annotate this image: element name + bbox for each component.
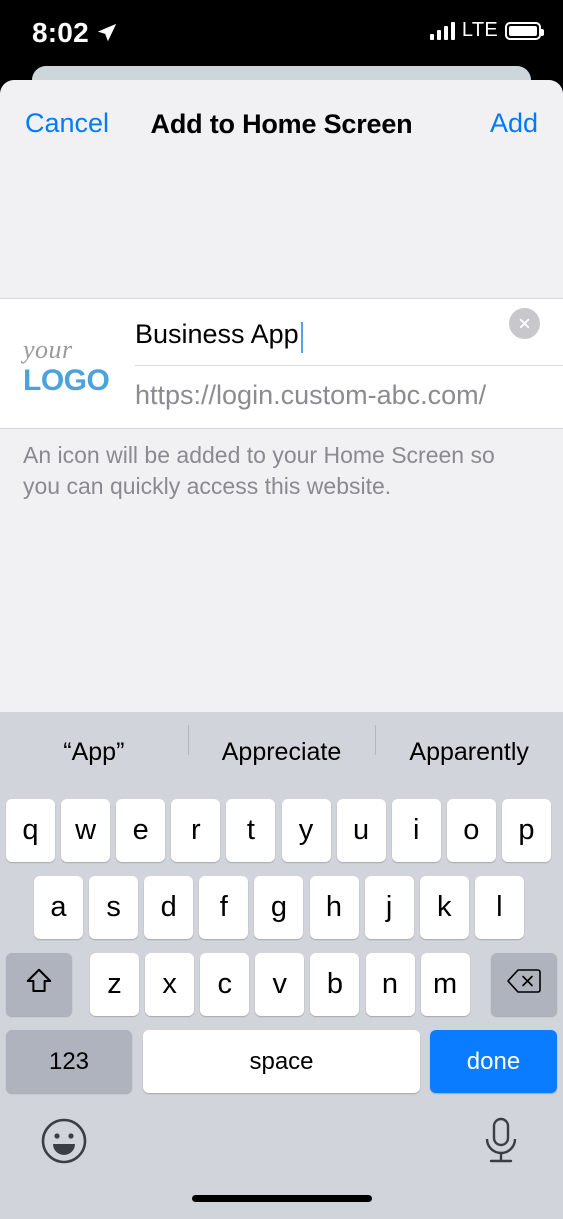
page-title: Add to Home Screen	[0, 109, 563, 140]
battery-full-icon	[505, 22, 541, 40]
key-c[interactable]: c	[200, 953, 249, 1016]
key-r[interactable]: r	[171, 799, 220, 862]
logo-line-your: your	[23, 337, 115, 363]
microphone-icon[interactable]	[479, 1115, 523, 1167]
shortcut-form-card: your LOGO Business App https://login.cus…	[0, 298, 563, 429]
site-logo: your LOGO	[23, 337, 115, 396]
home-indicator	[192, 1195, 372, 1202]
space-key[interactable]: space	[143, 1030, 420, 1093]
key-e[interactable]: e	[116, 799, 165, 862]
name-input[interactable]: Business App	[135, 313, 555, 365]
status-bar-time: 8:02	[32, 17, 89, 49]
backspace-delete-icon	[507, 968, 541, 1002]
key-s[interactable]: s	[89, 876, 138, 939]
url-input[interactable]: https://login.custom-abc.com/	[135, 380, 486, 411]
keyboard-row-1: qwertyuiop	[0, 799, 563, 862]
key-d[interactable]: d	[144, 876, 193, 939]
key-w[interactable]: w	[61, 799, 110, 862]
delete-key[interactable]	[491, 953, 557, 1016]
prediction-item-0[interactable]: “App”	[0, 738, 188, 767]
shift-up-arrow-icon	[24, 966, 54, 1004]
key-v[interactable]: v	[255, 953, 304, 1016]
key-n[interactable]: n	[366, 953, 415, 1016]
carrier-tech-label: LTE	[462, 19, 498, 42]
field-divider	[135, 365, 563, 366]
keyboard-bottom-row	[0, 1101, 563, 1219]
key-q[interactable]: q	[6, 799, 55, 862]
sheet-description-text: An icon will be added to your Home Scree…	[23, 440, 535, 502]
text-caret	[301, 322, 303, 353]
key-o[interactable]: o	[447, 799, 496, 862]
key-k[interactable]: k	[420, 876, 469, 939]
add-to-home-screen-sheet: Cancel Add to Home Screen Add your LOGO …	[0, 80, 563, 1219]
logo-line-main: LOGO	[23, 366, 115, 396]
add-button[interactable]: Add	[490, 108, 538, 139]
key-g[interactable]: g	[254, 876, 303, 939]
key-j[interactable]: j	[365, 876, 414, 939]
key-z[interactable]: z	[90, 953, 139, 1016]
prediction-item-1[interactable]: Appreciate	[188, 738, 376, 767]
clear-circle-icon[interactable]	[509, 308, 540, 339]
key-l[interactable]: l	[475, 876, 524, 939]
key-m[interactable]: m	[421, 953, 470, 1016]
name-input-value: Business App	[135, 319, 299, 350]
key-t[interactable]: t	[226, 799, 275, 862]
key-i[interactable]: i	[392, 799, 441, 862]
keyboard-row-3: zxcvbnm	[0, 953, 563, 1016]
sheet-navigation-bar: Cancel Add to Home Screen Add	[0, 80, 563, 218]
done-key[interactable]: done	[430, 1030, 557, 1093]
key-x[interactable]: x	[145, 953, 194, 1016]
key-y[interactable]: y	[282, 799, 331, 862]
keyboard-row-4: 123 space done	[0, 1030, 563, 1093]
keyboard-row-2: asdfghjkl	[0, 876, 563, 939]
prediction-bar: “App” Appreciate Apparently	[0, 712, 563, 792]
key-b[interactable]: b	[310, 953, 359, 1016]
key-p[interactable]: p	[502, 799, 551, 862]
iphone-screen: 8:02 LTE Cancel Add to Home Screen Add y…	[0, 0, 563, 1219]
key-a[interactable]: a	[34, 876, 83, 939]
key-f[interactable]: f	[199, 876, 248, 939]
numbers-key[interactable]: 123	[6, 1030, 132, 1093]
status-bar-right-group: LTE	[430, 19, 541, 42]
status-bar: 8:02 LTE	[0, 0, 563, 68]
emoji-smiley-icon[interactable]	[40, 1117, 88, 1165]
shift-key[interactable]	[6, 953, 72, 1016]
prediction-item-2[interactable]: Apparently	[375, 738, 563, 767]
cellular-signal-icon	[430, 22, 455, 40]
onscreen-keyboard: “App” Appreciate Apparently qwertyuiop a…	[0, 712, 563, 1219]
key-h[interactable]: h	[310, 876, 359, 939]
key-u[interactable]: u	[337, 799, 386, 862]
location-arrow-icon	[96, 22, 118, 44]
